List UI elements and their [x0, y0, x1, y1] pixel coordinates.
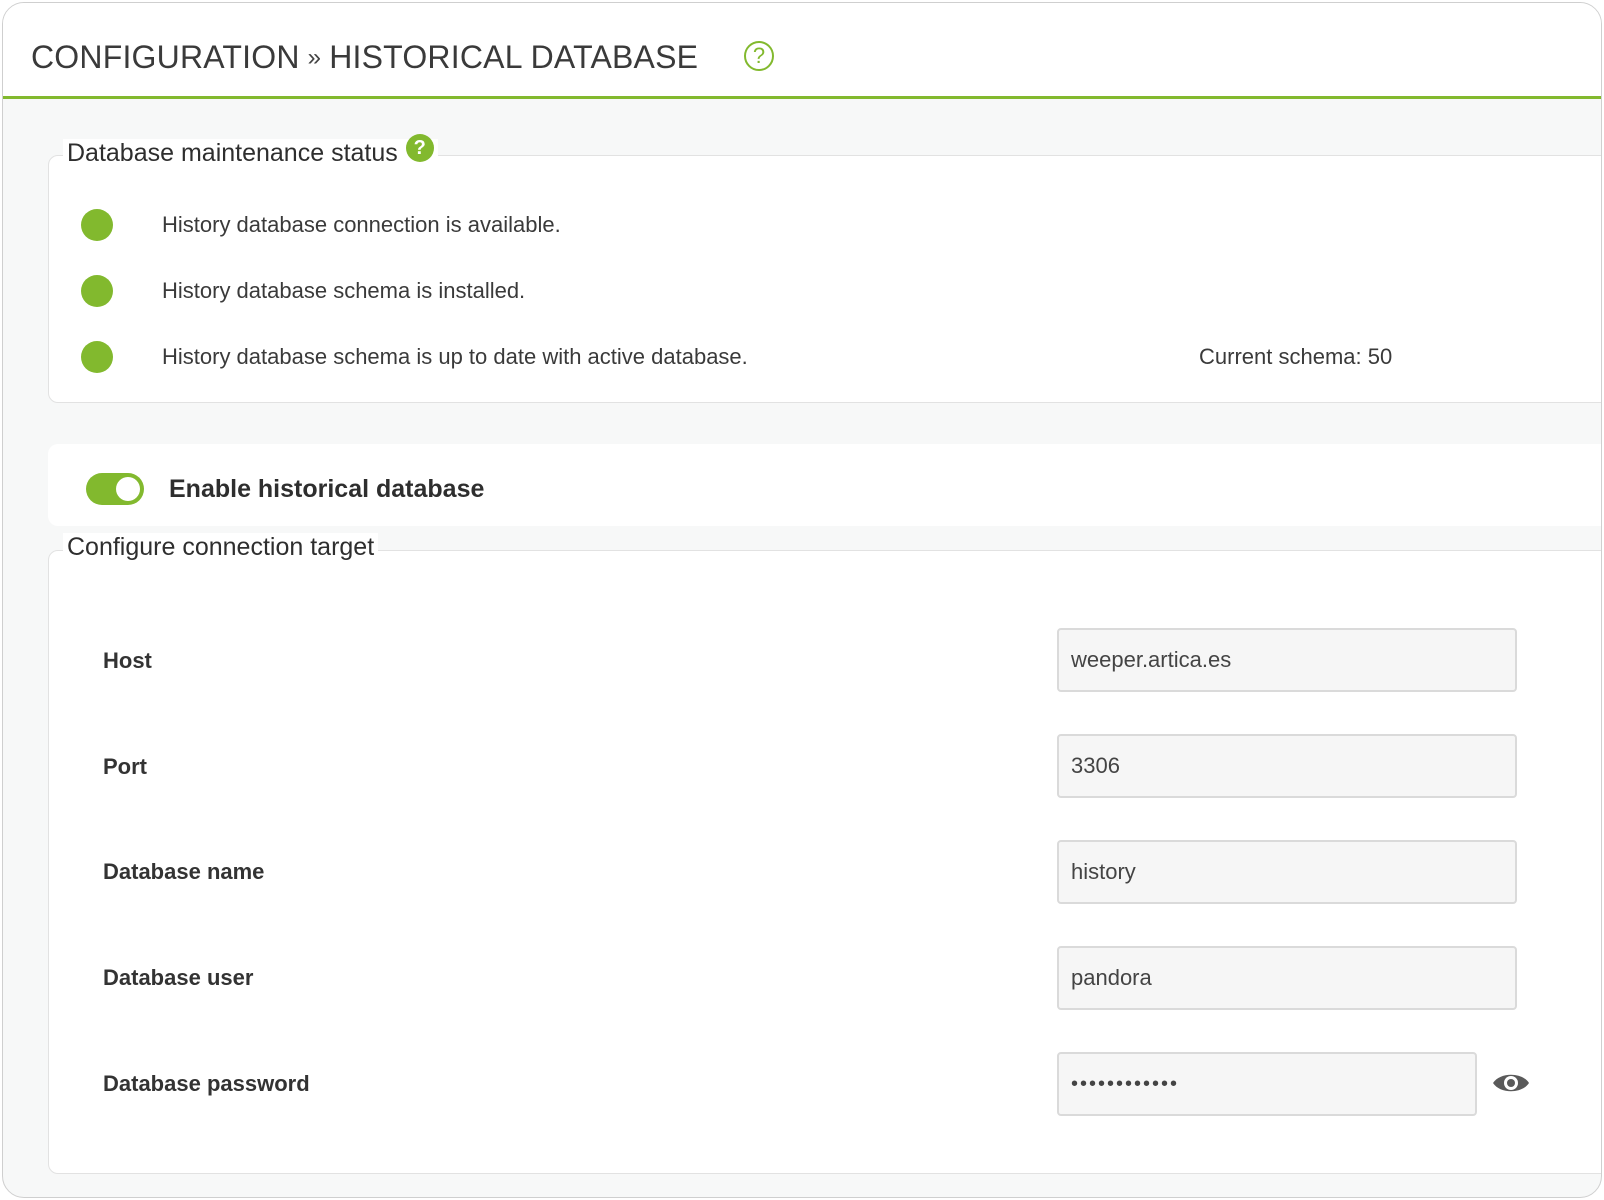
database-user-label: Database user — [103, 965, 254, 990]
connection-target-title: Configure connection target — [63, 533, 379, 562]
database-name-label: Database name — [103, 859, 265, 884]
app-window: CONFIGURATION » HISTORICAL DATABASE ? Da… — [2, 2, 1602, 1198]
maintenance-status-title: Database maintenance status ? — [63, 133, 438, 168]
port-label: Port — [103, 754, 147, 779]
status-item: History database schema is installed. — [81, 271, 525, 311]
status-text: History database schema is installed. — [162, 278, 526, 303]
port-input[interactable] — [1057, 734, 1517, 798]
page-header: CONFIGURATION » HISTORICAL DATABASE ? — [3, 3, 1601, 99]
breadcrumb: CONFIGURATION » HISTORICAL DATABASE — [31, 39, 698, 76]
database-user-input[interactable] — [1057, 946, 1517, 1010]
host-input[interactable] — [1057, 628, 1517, 692]
connection-target-label: Configure connection target — [67, 533, 375, 561]
host-label: Host — [103, 648, 152, 673]
help-icon[interactable]: ? — [405, 133, 434, 162]
database-name-input[interactable] — [1057, 840, 1517, 904]
green-dot-icon — [81, 275, 113, 307]
green-dot-icon — [81, 209, 113, 241]
current-schema: Current schema: 50 — [1199, 344, 1393, 369]
toggle-knob — [116, 477, 140, 501]
green-dot-icon — [81, 341, 113, 373]
status-text: History database connection is available… — [162, 212, 561, 237]
page-title: HISTORICAL DATABASE — [329, 39, 699, 75]
status-item: History database connection is available… — [81, 205, 561, 245]
status-item: History database schema is up to date wi… — [81, 337, 1392, 377]
status-text: History database schema is up to date wi… — [162, 344, 748, 369]
enable-history-toggle[interactable] — [86, 473, 144, 505]
enable-history-label: Enable historical database — [169, 475, 485, 503]
help-icon[interactable]: ? — [744, 41, 774, 71]
database-password-input[interactable] — [1057, 1052, 1477, 1116]
breadcrumb-separator: » — [307, 43, 322, 71]
database-password-label: Database password — [103, 1071, 310, 1096]
eye-icon[interactable] — [1491, 1069, 1531, 1097]
breadcrumb-parent[interactable]: CONFIGURATION — [31, 39, 300, 76]
maintenance-status-label: Database maintenance status — [67, 139, 398, 167]
